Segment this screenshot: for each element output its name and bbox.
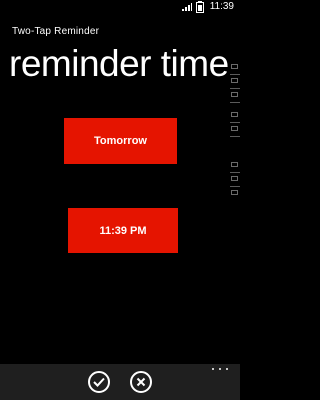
time-picker-button[interactable]: 11:39 PM — [68, 208, 178, 253]
peek-checkbox-icon — [231, 162, 238, 167]
status-bar: 11:39 — [0, 0, 240, 14]
app-title: Two-Tap Reminder — [12, 26, 100, 37]
ellipsis-icon[interactable] — [212, 366, 228, 372]
peek-checkbox-icon — [231, 176, 238, 181]
cancel-icon — [136, 377, 146, 387]
signal-icon — [182, 3, 192, 11]
dot — [212, 368, 214, 370]
next-page-peek — [230, 64, 240, 204]
peek-divider — [230, 102, 240, 103]
peek-checkbox-icon — [231, 78, 238, 83]
check-icon — [93, 377, 105, 387]
date-picker-button[interactable]: Tomorrow — [64, 118, 177, 164]
peek-checkbox-icon — [231, 112, 238, 117]
peek-divider — [230, 136, 240, 137]
peek-divider — [230, 186, 240, 187]
status-icons — [182, 1, 204, 13]
app-bar — [0, 364, 240, 400]
status-time: 11:39 — [209, 1, 234, 12]
peek-checkbox-icon — [231, 64, 238, 69]
dot — [219, 368, 221, 370]
peek-checkbox-icon — [231, 190, 238, 195]
battery-icon — [196, 1, 204, 13]
peek-checkbox-icon — [231, 92, 238, 97]
dot — [226, 368, 228, 370]
peek-divider — [230, 88, 240, 89]
page-title: reminder time — [9, 43, 229, 84]
peek-divider — [230, 74, 240, 75]
peek-divider — [230, 172, 240, 173]
peek-checkbox-icon — [231, 126, 238, 131]
confirm-button[interactable] — [88, 371, 110, 393]
peek-divider — [230, 122, 240, 123]
cancel-button[interactable] — [130, 371, 152, 393]
